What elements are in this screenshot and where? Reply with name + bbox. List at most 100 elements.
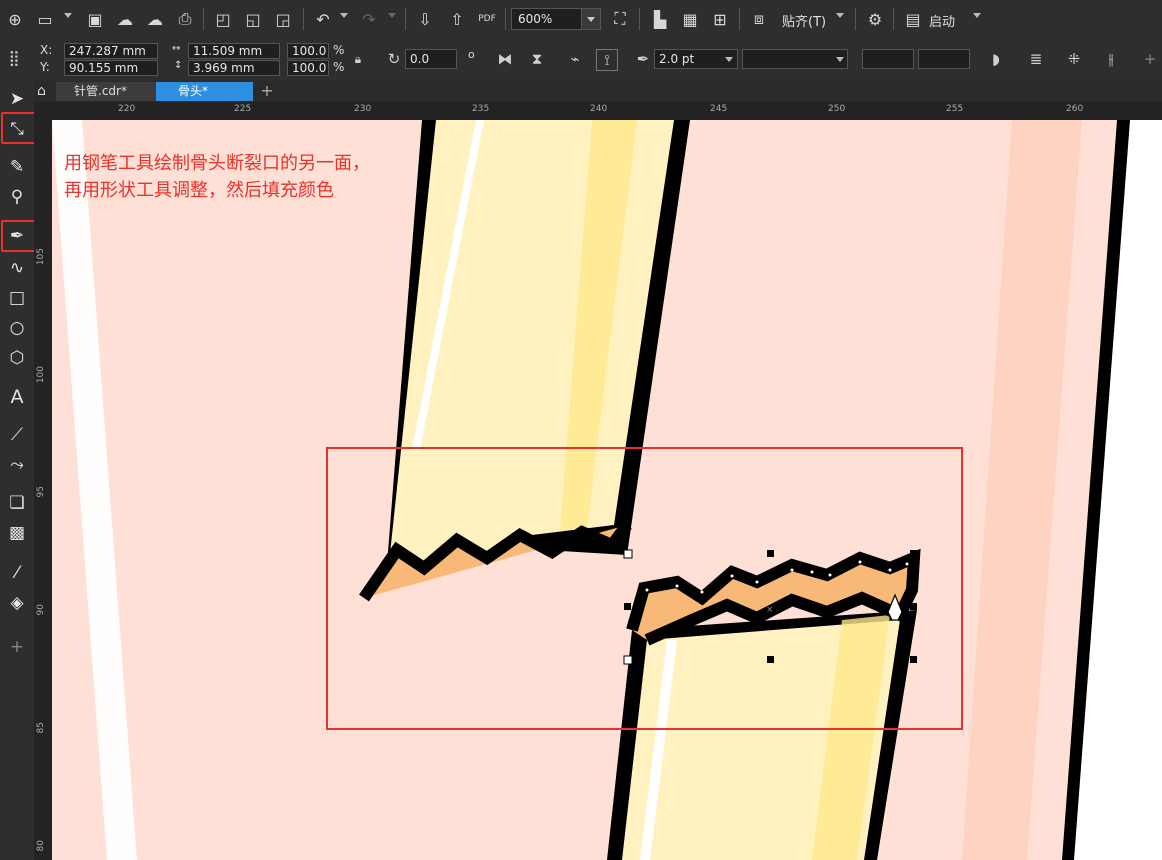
add-tab-icon[interactable]: + — [258, 83, 276, 100]
close-curve-icon[interactable]: ◗ — [986, 49, 1006, 69]
ruler-h-label: 250 — [828, 104, 846, 114]
document-tabs: ⌂ 针管.cdr* 骨头* + — [34, 81, 1162, 102]
import-icon[interactable]: ⇩ — [414, 7, 436, 31]
wrap-text-icon[interactable]: ≣ — [1026, 49, 1046, 69]
vertical-ruler[interactable]: 105 100 95 90 85 80 — [34, 120, 53, 860]
new-document-icon[interactable]: ⊕ — [4, 7, 26, 31]
print-icon[interactable]: ⎙ — [174, 7, 196, 31]
line-style-dropdown-icon[interactable] — [836, 57, 844, 62]
annotation-line-1: 用钢笔工具绘制骨头断裂口的另一面， — [64, 153, 370, 174]
cloud-download-icon[interactable]: ☁ — [114, 7, 136, 31]
connector-tool-icon[interactable]: ⤳ — [5, 453, 29, 477]
ruler-h-label: 245 — [710, 104, 728, 114]
publish-pdf-icon[interactable]: PDF — [476, 7, 498, 31]
y-position-input[interactable]: 90.155 mm — [64, 60, 158, 76]
rotation-icon[interactable]: ↻ — [384, 49, 404, 69]
add-tool-icon[interactable]: + — [5, 635, 29, 659]
y-label: Y: — [40, 60, 50, 74]
property-bar: ⣿ X: Y: 247.287 mm 90.155 mm ↔ ↕ 11.509 … — [0, 38, 1162, 97]
horizontal-ruler[interactable]: 220 225 230 235 240 245 250 255 260 — [34, 102, 1162, 121]
open-dropdown-icon[interactable] — [64, 13, 72, 18]
paste-icon[interactable]: ◲ — [272, 7, 294, 31]
snap-icon[interactable]: ⧈ — [748, 7, 770, 31]
ellipse-tool-icon[interactable]: ○ — [5, 316, 29, 340]
height-icon: ↕ — [174, 60, 183, 71]
scale-y-input[interactable]: 100.0 — [287, 60, 329, 76]
add-property-icon[interactable]: + — [1140, 49, 1160, 69]
crop-tool-icon[interactable]: ✎ — [5, 155, 29, 179]
outline-width-dropdown-icon[interactable] — [725, 57, 733, 62]
redo-icon[interactable]: ↷ — [358, 7, 380, 31]
undo-dropdown-icon[interactable] — [340, 13, 348, 18]
ruler-v-label: 95 — [36, 486, 46, 498]
text-tool-icon[interactable]: A — [5, 385, 29, 409]
ruler-v-label: 105 — [36, 248, 46, 266]
transparency-tool-icon[interactable]: ▩ — [5, 521, 29, 545]
outline-pen-icon[interactable]: ✒ — [633, 49, 653, 69]
copy-icon[interactable]: ◱ — [242, 7, 264, 31]
drawing-canvas[interactable]: × × 用钢笔工具绘制骨头断裂口的另一面， 再用形状工具调整，然后填充颜色 — [52, 120, 1162, 860]
polygon-tool-icon[interactable]: ⬡ — [5, 346, 29, 370]
pen-tool-icon[interactable]: ✒ — [5, 224, 29, 248]
launch-icon[interactable]: ▤ — [902, 7, 924, 31]
toolbox: ➤ ⤡ ✎ ⚲ ✒ ∿ □ ○ ⬡ A ⟋ ⤳ ❏ ▩ ⁄ ◈ + — [0, 81, 37, 860]
launch-menu[interactable]: 启动 — [929, 11, 955, 30]
width-input[interactable]: 11.509 mm — [188, 43, 280, 59]
ruler-h-label: 220 — [118, 104, 136, 114]
tab-needle-document[interactable]: 针管.cdr* — [56, 82, 156, 101]
cut-icon[interactable]: ◰ — [212, 7, 234, 31]
mirror-vertical-icon[interactable]: ⧗ — [527, 49, 547, 69]
pdf-label: PDF — [478, 14, 496, 24]
eyedropper-tool-icon[interactable]: ⁄ — [5, 561, 29, 585]
height-input[interactable]: 3.969 mm — [188, 60, 280, 76]
fracture-highlight-box — [326, 447, 963, 730]
full-screen-icon[interactable]: ⛶ — [609, 7, 631, 31]
width-icon: ↔ — [172, 43, 181, 54]
auto-close-curve-icon[interactable]: ⟟ — [596, 49, 618, 71]
save-icon[interactable]: ▣ — [84, 7, 106, 31]
scale-x-input[interactable]: 100.0 — [287, 43, 329, 59]
show-guidelines-icon[interactable]: ⊞ — [709, 7, 731, 31]
zoom-tool-icon[interactable]: ⚲ — [5, 185, 29, 209]
x-position-input[interactable]: 247.287 mm — [64, 43, 158, 59]
dimension-tool-icon[interactable]: ⟋ — [5, 423, 29, 447]
drop-shadow-icon[interactable]: ❏ — [5, 491, 29, 515]
ruler-v-label: 80 — [36, 840, 46, 852]
ruler-h-label: 240 — [590, 104, 608, 114]
redo-dropdown-icon[interactable] — [388, 13, 396, 18]
end-arrow-select[interactable] — [918, 49, 970, 69]
rotation-input[interactable]: 0.0 — [405, 49, 457, 69]
rectangle-tool-icon[interactable]: □ — [5, 286, 29, 310]
fill-tool-icon[interactable]: ◈ — [5, 591, 29, 615]
mirror-horizontal-icon[interactable]: ⧓ — [495, 49, 515, 69]
undo-icon[interactable]: ↶ — [312, 7, 334, 31]
start-arrow-select[interactable] — [862, 49, 914, 69]
align-nodes-icon[interactable]: ⫲ — [1101, 49, 1121, 69]
node-edit-icon[interactable]: ⌁ — [565, 49, 585, 69]
pick-tool-icon[interactable]: ➤ — [5, 87, 29, 111]
show-rulers-icon[interactable]: ▙ — [649, 7, 671, 31]
ruler-h-label: 235 — [472, 104, 490, 114]
options-gear-icon[interactable]: ⚙ — [864, 7, 886, 31]
line-style-select[interactable] — [742, 49, 848, 69]
lock-ratio-icon[interactable]: 🔒︎ — [348, 49, 368, 69]
snap-to-menu[interactable]: 贴齐(T) — [782, 11, 826, 30]
cloud-upload-icon[interactable]: ☁ — [144, 7, 166, 31]
export-icon[interactable]: ⇧ — [446, 7, 468, 31]
shape-tool-icon[interactable]: ⤡ — [5, 117, 29, 141]
home-icon[interactable]: ⌂ — [37, 83, 46, 99]
tutorial-annotation: 用钢笔工具绘制骨头断裂口的另一面， 再用形状工具调整，然后填充颜色 — [64, 150, 370, 204]
tab-bone-document[interactable]: 骨头* — [156, 82, 253, 101]
nodes-reduce-icon[interactable]: ⁜ — [1064, 49, 1084, 69]
reference-point-icon[interactable]: ⣿ — [4, 48, 24, 68]
ruler-h-label: 260 — [1066, 104, 1084, 114]
zoom-level-select[interactable]: 600% — [511, 8, 601, 30]
zoom-dropdown-icon[interactable] — [581, 9, 600, 29]
artistic-media-icon[interactable]: ∿ — [5, 256, 29, 280]
ruler-v-label: 100 — [36, 366, 46, 384]
open-folder-icon[interactable]: ▭ — [34, 7, 56, 31]
snap-dropdown-icon[interactable] — [836, 13, 844, 18]
ruler-v-label: 90 — [36, 604, 46, 616]
show-grid-icon[interactable]: ▦ — [679, 7, 701, 31]
launch-dropdown-icon[interactable] — [973, 13, 981, 18]
